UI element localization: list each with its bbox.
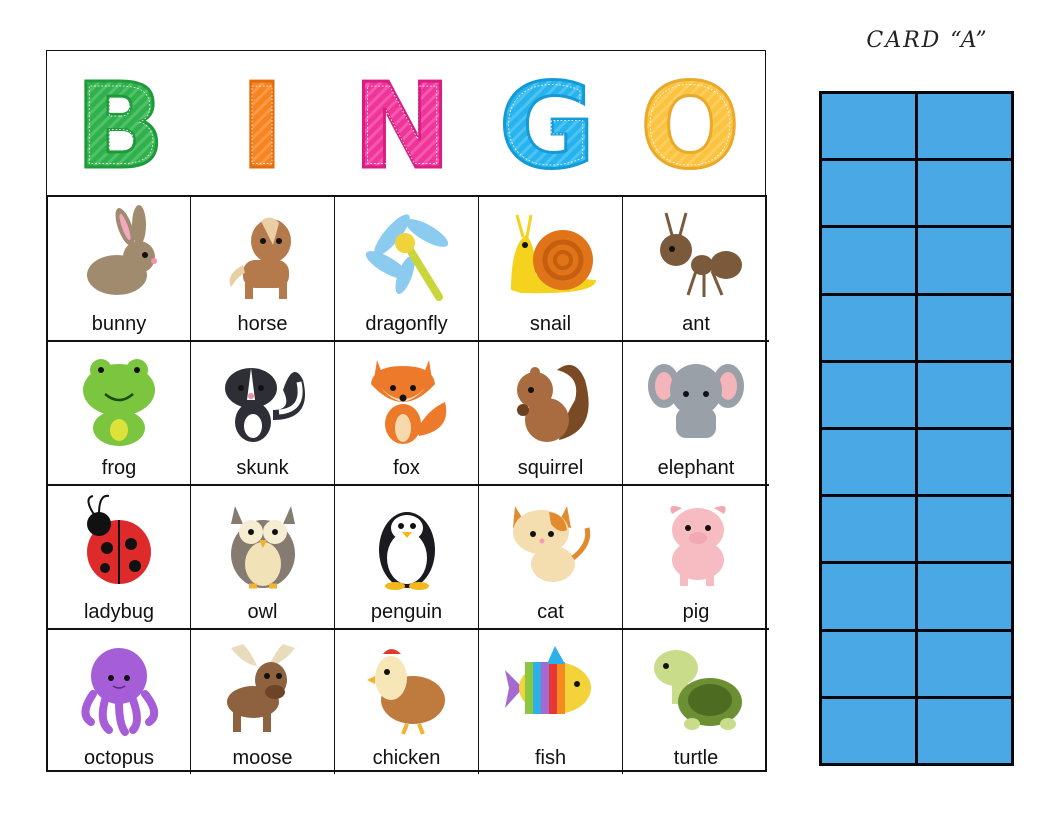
cell-label: frog [101,457,137,479]
frog-icon [69,350,169,450]
bingo-cell-bunny[interactable]: bunny [48,197,191,342]
skunk-icon [213,350,313,450]
score-cell[interactable] [822,228,915,293]
score-cell[interactable] [822,429,915,495]
score-cell[interactable] [822,698,915,763]
score-cell[interactable] [822,362,915,427]
cell-label: fish [534,747,567,769]
cell-label: elephant [657,457,735,479]
cell-label: snail [529,313,572,335]
bingo-cell-cat[interactable]: cat [479,486,623,630]
cell-label: fox [393,457,420,479]
score-cell[interactable] [918,228,1011,293]
cell-label: horse [237,313,288,335]
svg-text:O: O [645,65,735,189]
score-cell[interactable] [918,94,1011,159]
score-cell[interactable] [918,362,1011,427]
chicken-icon [357,638,457,738]
cell-label: octopus [83,747,155,769]
bingo-cell-skunk[interactable]: skunk [191,342,335,486]
penguin-icon [357,494,457,594]
bingo-cell-dragonfly[interactable]: dragonfly [335,197,479,342]
cell-label: chicken [372,747,441,769]
cell-label: squirrel [517,457,584,479]
bingo-cell-ladybug[interactable]: ladybug [48,486,191,630]
octopus-icon [69,638,169,738]
bingo-cell-fish[interactable]: fish [479,630,623,774]
cell-label: moose [232,747,293,769]
bingo-letter-i: I I [212,56,312,197]
score-cell[interactable] [918,497,1011,562]
bingo-cell-owl[interactable]: owl [191,486,335,630]
bunny-icon [69,205,169,305]
bingo-cell-chicken[interactable]: chicken [335,630,479,774]
score-cell[interactable] [918,295,1011,360]
bingo-letter-o: O O [638,56,741,197]
bingo-cell-horse[interactable]: horse [191,197,335,342]
fish-icon [501,638,601,738]
horse-icon [213,205,313,305]
score-cell[interactable] [822,161,915,226]
score-sheet-grid [819,91,1014,766]
score-cell[interactable] [918,698,1011,763]
bingo-cell-frog[interactable]: frog [48,342,191,486]
cell-label: ladybug [83,601,155,623]
score-cell[interactable] [822,564,915,629]
score-cell[interactable] [822,631,915,696]
svg-text:G: G [503,65,590,189]
bingo-letter-n: N N [351,56,453,197]
bingo-cell-penguin[interactable]: penguin [335,486,479,630]
cell-label: skunk [236,457,289,479]
ladybug-icon [69,494,169,594]
bingo-cell-elephant[interactable]: elephant [623,342,769,486]
bingo-letter-b: B B [70,56,170,197]
dragonfly-icon [357,205,457,305]
bingo-cell-squirrel[interactable]: squirrel [479,342,623,486]
cell-label: bunny [91,313,147,335]
svg-text:I: I [242,65,282,189]
cell-label: cat [537,601,564,623]
snail-icon [501,205,601,305]
cell-label: dragonfly [365,313,448,335]
bingo-cell-moose[interactable]: moose [191,630,335,774]
score-cell[interactable] [918,429,1011,495]
fox-icon [357,350,457,450]
score-cell[interactable] [918,564,1011,629]
moose-icon [213,638,313,738]
bingo-cell-ant[interactable]: ant [623,197,769,342]
bingo-cell-turtle[interactable]: turtle [623,630,769,774]
bingo-card-grid: bunny horse dragonfly snail ant frog skunk fox s… [46,195,769,774]
cell-label: owl [247,601,278,623]
bingo-cell-fox[interactable]: fox [335,342,479,486]
cat-icon [501,494,601,594]
svg-text:B: B [80,65,161,189]
turtle-icon [646,638,746,738]
cell-label: turtle [673,747,719,769]
cell-label: ant [682,313,710,335]
svg-text:N: N [358,65,447,189]
cell-label: pig [682,601,710,623]
ant-icon [646,205,746,305]
pig-icon [646,494,746,594]
score-cell[interactable] [822,295,915,360]
squirrel-icon [501,350,601,450]
card-title: CARD “A” [866,28,989,53]
score-cell[interactable] [822,94,915,159]
bingo-cell-pig[interactable]: pig [623,486,769,630]
bingo-cell-octopus[interactable]: octopus [48,630,191,774]
cell-label: penguin [370,601,443,623]
score-cell[interactable] [822,497,915,562]
bingo-cell-snail[interactable]: snail [479,197,623,342]
elephant-icon [646,350,746,450]
score-cell[interactable] [918,161,1011,226]
score-cell[interactable] [918,631,1011,696]
owl-icon [213,494,313,594]
bingo-letter-g: G G [497,56,597,197]
